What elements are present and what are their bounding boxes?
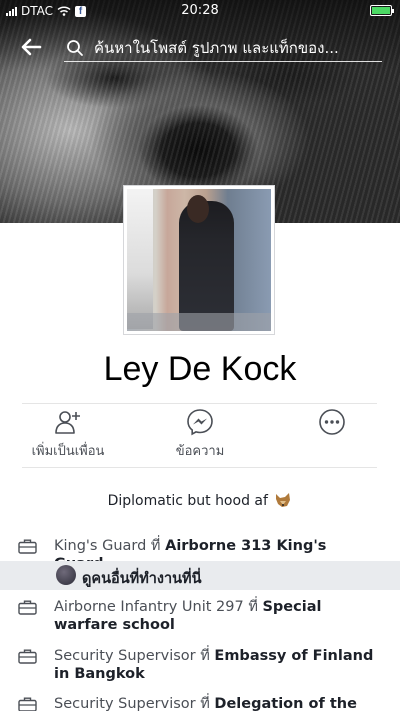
work-role: Airborne Infantry Unit 297	[54, 599, 244, 615]
briefcase-icon	[18, 600, 37, 615]
profile-actions: เพิ่มเป็นเพื่อน ข้อความ	[0, 404, 400, 466]
bio-text: Diplomatic but hood af	[107, 493, 268, 509]
work-role: Security Supervisor	[54, 648, 196, 664]
at-word: ที่	[200, 648, 210, 664]
work-role: King's Guard	[54, 538, 147, 554]
profile-photo	[127, 189, 271, 331]
see-coworkers-label: ดูคนอื่นที่ทำงานที่นี่	[82, 571, 202, 587]
messenger-icon	[187, 409, 213, 436]
at-word: ที่	[248, 599, 258, 615]
wolf-emoji-icon	[276, 493, 291, 507]
search-input[interactable]: ค้นหาในโพสต์ รูปภาพ และแท็กของ...	[94, 36, 382, 60]
coworker-avatar	[56, 565, 76, 585]
add-friend-label: เพิ่มเป็นเพื่อน	[31, 444, 105, 459]
at-word: ที่	[200, 696, 210, 711]
battery-level	[372, 7, 390, 14]
briefcase-icon	[18, 649, 37, 664]
message-label: ข้อความ	[175, 444, 225, 459]
at-word: ที่	[150, 538, 161, 554]
message-button[interactable]: ข้อความ	[160, 408, 240, 461]
more-button[interactable]	[312, 408, 352, 440]
more-icon	[319, 409, 345, 435]
status-time: 20:28	[181, 3, 219, 18]
work-item-text: Airborne Infantry Unit 297 ที่ Special w…	[54, 598, 374, 634]
add-friend-button[interactable]: เพิ่มเป็นเพื่อน	[28, 408, 108, 461]
work-role: Security Supervisor	[54, 696, 196, 711]
add-friend-icon	[55, 411, 80, 434]
photo-window	[127, 189, 153, 329]
divider	[22, 467, 377, 468]
profile-picture[interactable]	[123, 185, 275, 335]
work-place[interactable]: Delegation of the	[214, 696, 356, 711]
search-bar[interactable]: ค้นหาในโพสต์ รูปภาพ และแท็กของ...	[64, 34, 382, 62]
see-coworkers-row[interactable]: ดูคนอื่นที่ทำงานที่นี่	[0, 561, 400, 590]
photo-head	[187, 195, 209, 223]
photo-floor	[127, 313, 271, 331]
status-bar: DTAC f 20:28	[0, 0, 400, 22]
work-item-text: Security Supervisor ที่ Delegation of th…	[54, 695, 374, 711]
search-icon	[67, 39, 83, 56]
profile-name: Ley De Kock	[103, 350, 297, 388]
briefcase-icon	[18, 539, 37, 554]
briefcase-icon	[18, 697, 37, 711]
photo-person	[179, 201, 234, 331]
work-item-text: Security Supervisor ที่ Embassy of Finla…	[54, 647, 374, 683]
battery-icon	[370, 5, 394, 16]
back-arrow-icon[interactable]	[20, 36, 42, 58]
profile-bio: Diplomatic but hood af	[0, 492, 400, 509]
